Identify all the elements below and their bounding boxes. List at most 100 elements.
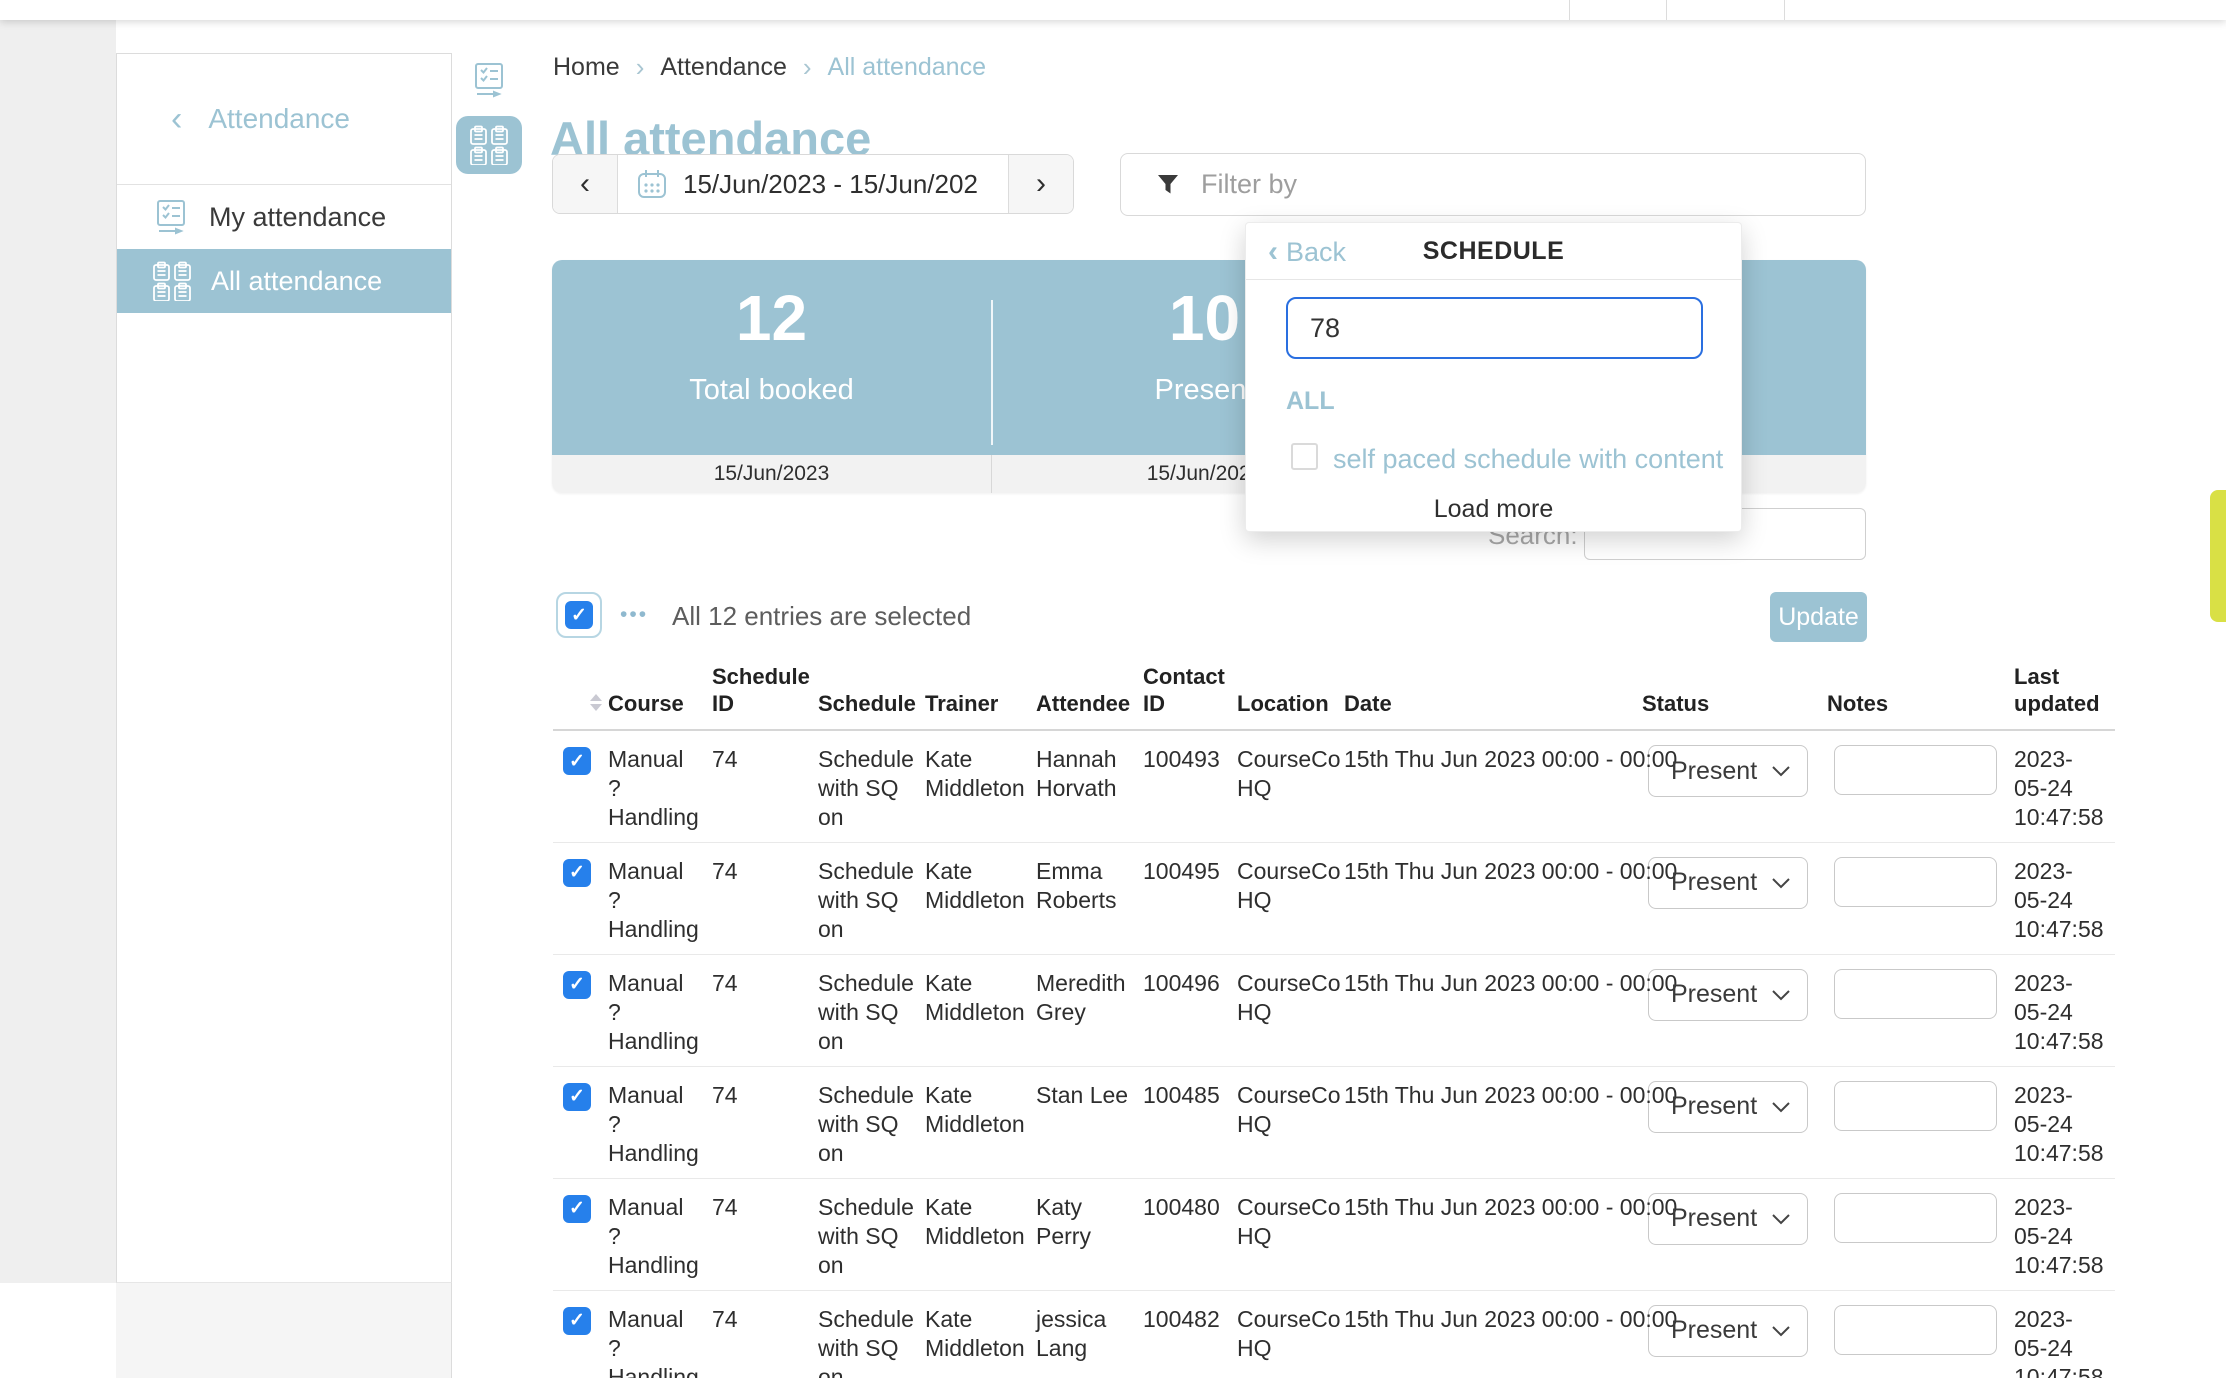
- popup-header: ‹ Back SCHEDULE: [1246, 223, 1741, 280]
- stat-value: 12: [552, 282, 991, 354]
- cell-notes: [1827, 1066, 2014, 1178]
- sidebar-item-label: All attendance: [211, 266, 382, 297]
- icon-rail: [452, 60, 526, 174]
- header-select[interactable]: [553, 655, 608, 730]
- select-all-checkbox[interactable]: ✓: [556, 592, 602, 638]
- table-row: ✓ Manual ? Handling 74 Schedule with SQ …: [553, 954, 2115, 1066]
- table-row: ✓ Manual ? Handling 74 Schedule with SQ …: [553, 730, 2115, 842]
- cell-date: 15th Thu Jun 2023 00:00 - 00:00: [1344, 1290, 1642, 1378]
- chevron-down-icon: [1771, 1325, 1791, 1337]
- cell-attendee: Hannah Horvath: [1036, 730, 1143, 842]
- header-attendee[interactable]: Attendee: [1036, 655, 1143, 730]
- notes-input[interactable]: [1834, 745, 1997, 795]
- schedule-search-input[interactable]: [1286, 297, 1703, 359]
- header-notes[interactable]: Notes: [1827, 655, 2014, 730]
- row-checkbox[interactable]: ✓: [563, 971, 591, 999]
- status-value: Present: [1671, 980, 1757, 1009]
- status-value: Present: [1671, 757, 1757, 786]
- popup-title: SCHEDULE: [1246, 237, 1741, 266]
- chevron-down-icon: [1771, 765, 1791, 777]
- cell-select: ✓: [553, 1290, 608, 1378]
- notes-input[interactable]: [1834, 857, 1997, 907]
- page: ‹ Attendance My attendance: [0, 0, 2226, 1378]
- notes-input[interactable]: [1834, 969, 1997, 1019]
- cell-course: Manual ? Handling: [608, 1290, 712, 1378]
- rail-all-attendance-button[interactable]: [456, 116, 522, 174]
- table-row: ✓ Manual ? Handling 74 Schedule with SQ …: [553, 1178, 2115, 1290]
- header-course[interactable]: Course: [608, 655, 712, 730]
- cell-contact-id: 100480: [1143, 1178, 1237, 1290]
- topbar-divider: [1784, 0, 1785, 20]
- cell-trainer: Kate Middleton: [925, 842, 1036, 954]
- next-date-button[interactable]: ›: [1008, 155, 1073, 213]
- breadcrumb-attendance[interactable]: Attendance: [660, 53, 787, 82]
- topbar-divider: [1666, 0, 1667, 20]
- chevron-down-icon: [1771, 989, 1791, 1001]
- cell-schedule-id: 74: [712, 954, 818, 1066]
- feedback-tab[interactable]: [2210, 490, 2226, 622]
- breadcrumb-home[interactable]: Home: [553, 53, 620, 82]
- schedule-filter-popup: ‹ Back SCHEDULE ALL self paced schedule …: [1245, 222, 1742, 532]
- header-location[interactable]: Location: [1237, 655, 1344, 730]
- sidebar-title: Attendance: [208, 103, 350, 135]
- status-value: Present: [1671, 1204, 1757, 1233]
- header-last-updated[interactable]: Last updated: [2014, 655, 2115, 730]
- cell-select: ✓: [553, 842, 608, 954]
- cell-notes: [1827, 730, 2014, 842]
- cell-attendee: Meredith Grey: [1036, 954, 1143, 1066]
- header-date[interactable]: Date: [1344, 655, 1642, 730]
- date-range-display[interactable]: 15/Jun/2023 - 15/Jun/202: [618, 155, 1008, 213]
- check-icon: ✓: [569, 1306, 585, 1335]
- status-value: Present: [1671, 868, 1757, 897]
- cell-select: ✓: [553, 730, 608, 842]
- notes-input[interactable]: [1834, 1305, 1997, 1355]
- date-range-text: 15/Jun/2023 - 15/Jun/202: [683, 169, 978, 200]
- cell-schedule-id: 74: [712, 1178, 818, 1290]
- header-contact-id[interactable]: Contact ID: [1143, 655, 1237, 730]
- chevron-separator-icon: ›: [636, 52, 645, 83]
- table-row: ✓ Manual ? Handling 74 Schedule with SQ …: [553, 842, 2115, 954]
- stat-date: 15/Jun/2023: [552, 462, 991, 486]
- cell-schedule: Schedule with SQ on: [818, 954, 925, 1066]
- row-checkbox[interactable]: ✓: [563, 747, 591, 775]
- check-icon: ✓: [569, 747, 585, 776]
- load-more-button[interactable]: Load more: [1246, 495, 1741, 524]
- self-paced-label[interactable]: self paced schedule with content: [1333, 444, 1723, 475]
- check-icon: ✓: [569, 970, 585, 999]
- cell-course: Manual ? Handling: [608, 730, 712, 842]
- sidebar-item-my-attendance[interactable]: My attendance: [117, 185, 451, 249]
- rail-my-attendance-button[interactable]: [471, 60, 507, 100]
- header-schedule[interactable]: Schedule: [818, 655, 925, 730]
- cell-contact-id: 100495: [1143, 842, 1237, 954]
- cell-notes: [1827, 842, 2014, 954]
- header-schedule-id[interactable]: Schedule ID: [712, 655, 818, 730]
- check-icon: ✓: [569, 1082, 585, 1111]
- row-checkbox[interactable]: ✓: [563, 1307, 591, 1335]
- row-checkbox[interactable]: ✓: [563, 1195, 591, 1223]
- table-row: ✓ Manual ? Handling 74 Schedule with SQ …: [553, 1290, 2115, 1378]
- ellipsis-icon[interactable]: •••: [620, 603, 648, 627]
- sidebar-footer: [116, 1283, 452, 1378]
- check-icon: ✓: [569, 858, 585, 887]
- cell-attendee: Katy Perry: [1036, 1178, 1143, 1290]
- calendar-icon: [636, 168, 668, 200]
- row-checkbox[interactable]: ✓: [563, 1083, 591, 1111]
- cell-schedule: Schedule with SQ on: [818, 1178, 925, 1290]
- notes-input[interactable]: [1834, 1193, 1997, 1243]
- prev-date-button[interactable]: ‹: [553, 155, 618, 213]
- cell-schedule: Schedule with SQ on: [818, 1290, 925, 1378]
- sidebar-collapse-header[interactable]: ‹ Attendance: [117, 54, 451, 185]
- breadcrumb-all-attendance: All attendance: [828, 53, 986, 82]
- filter-input[interactable]: [1199, 168, 1799, 201]
- cell-notes: [1827, 954, 2014, 1066]
- cell-attendee: Emma Roberts: [1036, 842, 1143, 954]
- filter-bar[interactable]: [1120, 153, 1866, 216]
- header-status[interactable]: Status: [1642, 655, 1827, 730]
- row-checkbox[interactable]: ✓: [563, 859, 591, 887]
- self-paced-checkbox[interactable]: [1291, 443, 1318, 470]
- sidebar-item-all-attendance[interactable]: All attendance: [117, 249, 451, 313]
- header-trainer[interactable]: Trainer: [925, 655, 1036, 730]
- notes-input[interactable]: [1834, 1081, 1997, 1131]
- update-button[interactable]: Update: [1770, 592, 1867, 642]
- cell-trainer: Kate Middleton: [925, 1290, 1036, 1378]
